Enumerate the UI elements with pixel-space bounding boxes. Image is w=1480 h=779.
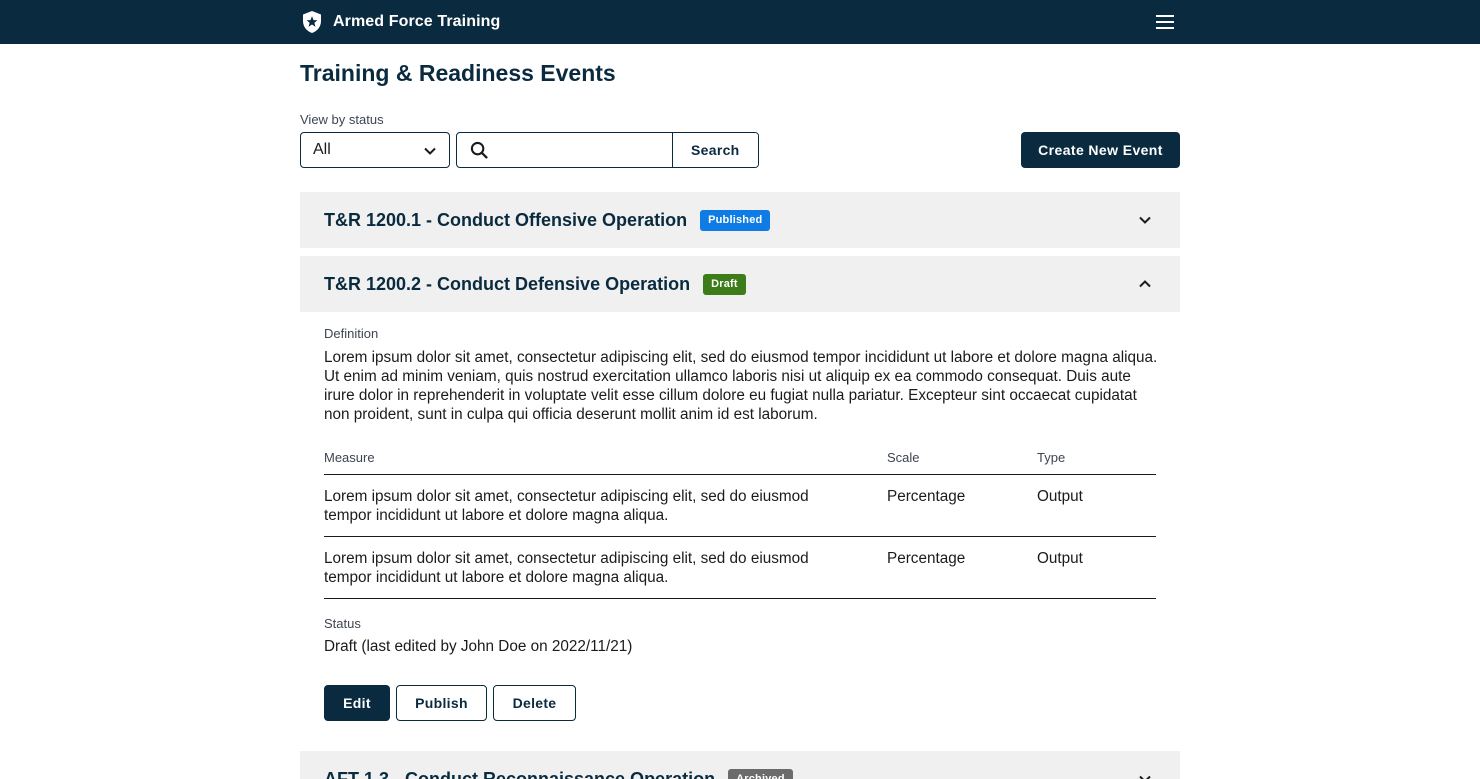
- table-row: Lorem ipsum dolor sit amet, consectetur …: [324, 536, 1156, 599]
- status-text: Draft (last edited by John Doe on 2022/1…: [324, 638, 633, 655]
- accordion-header-event-2[interactable]: T&R 1200.2 - Conduct Defensive Operation…: [300, 256, 1180, 312]
- measure-cell: Lorem ipsum dolor sit amet, consectetur …: [324, 474, 887, 537]
- status-filter-label: View by status: [300, 112, 384, 127]
- measures-table: Measure Scale Type Lorem ipsum dolor sit…: [324, 450, 1156, 599]
- create-new-event-button[interactable]: Create New Event: [1021, 132, 1180, 168]
- scale-cell: Percentage: [887, 536, 1037, 599]
- event-title: T&R 1200.2 - Conduct Defensive Operation: [324, 273, 691, 294]
- table-row: Lorem ipsum dolor sit amet, consectetur …: [324, 474, 1156, 537]
- status-badge: Published: [700, 209, 771, 231]
- event-title: T&R 1200.1 - Conduct Offensive Operation: [324, 209, 688, 230]
- status-badge: Archived: [728, 768, 793, 779]
- table-header-row: Measure Scale Type: [324, 450, 1156, 475]
- measure-cell: Lorem ipsum dolor sit amet, consectetur …: [324, 536, 887, 599]
- status-filter-select[interactable]: All: [300, 132, 450, 168]
- status-badge: Draft: [703, 273, 746, 295]
- chevron-down-icon: [1139, 216, 1151, 224]
- definition-label: Definition: [324, 326, 379, 341]
- type-cell: Output: [1037, 474, 1156, 537]
- search-group: Search: [456, 132, 759, 168]
- delete-button[interactable]: Delete: [493, 685, 576, 721]
- column-header-scale: Scale: [887, 450, 1037, 475]
- status-filter-value: All: [313, 141, 331, 158]
- search-button[interactable]: Search: [671, 133, 758, 167]
- search-icon: [470, 141, 488, 159]
- app-title: Armed Force Training: [333, 13, 501, 30]
- accordion-header-event-3[interactable]: AFT 1.3 - Conduct Reconnaissance Operati…: [300, 751, 1180, 779]
- publish-button[interactable]: Publish: [396, 685, 487, 721]
- column-header-measure: Measure: [324, 450, 887, 475]
- top-navigation-bar: Armed Force Training: [0, 0, 1480, 44]
- status-label: Status: [324, 616, 361, 631]
- event-title: AFT 1.3 - Conduct Reconnaissance Operati…: [324, 768, 716, 779]
- definition-text: Lorem ipsum dolor sit amet, consectetur …: [324, 349, 1158, 423]
- type-cell: Output: [1037, 536, 1156, 599]
- brand[interactable]: Armed Force Training: [301, 10, 500, 34]
- column-header-type: Type: [1037, 450, 1156, 475]
- search-field-wrapper: [457, 133, 672, 167]
- chevron-down-icon: [1139, 775, 1151, 779]
- accordion-header-event-1[interactable]: T&R 1200.1 - Conduct Offensive Operation…: [300, 192, 1180, 248]
- chevron-up-icon: [1139, 280, 1151, 288]
- hamburger-menu-icon[interactable]: [1154, 12, 1178, 32]
- search-input[interactable]: [497, 133, 669, 167]
- shield-star-icon: [303, 11, 321, 33]
- scale-cell: Percentage: [887, 474, 1037, 537]
- edit-button[interactable]: Edit: [324, 685, 390, 721]
- chevron-down-icon: [424, 147, 436, 155]
- page-title: Training & Readiness Events: [300, 60, 616, 86]
